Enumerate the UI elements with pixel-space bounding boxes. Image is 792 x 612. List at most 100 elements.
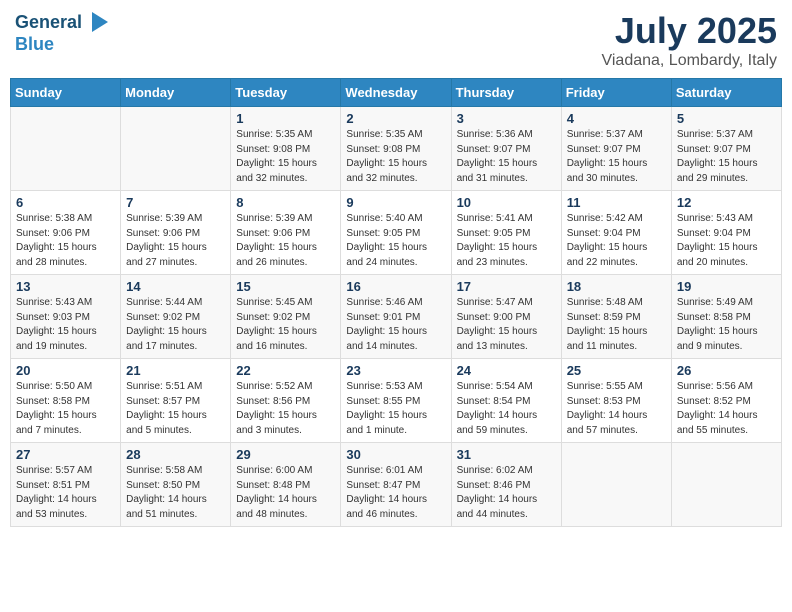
table-row: 11 Sunrise: 5:42 AM Sunset: 9:04 PM Dayli… xyxy=(561,191,671,275)
calendar-week-3: 13 Sunrise: 5:43 AM Sunset: 9:03 PM Dayli… xyxy=(11,275,782,359)
day-info: Sunrise: 5:54 AM Sunset: 8:54 PM Dayligh… xyxy=(457,380,556,438)
day-info: Sunrise: 5:53 AM Sunset: 8:55 PM Dayligh… xyxy=(346,380,445,438)
table-row: 25Sunrise: 5:55 AM Sunset: 8:53 PM Dayli… xyxy=(561,359,671,443)
day-info: Sunrise: 5:43 AM Sunset: 9:04 PM Dayligh… xyxy=(677,212,776,270)
day-info: Sunrise: 5:44 AM Sunset: 9:02 PM Dayligh… xyxy=(126,296,225,354)
table-row: 19Sunrise: 5:49 AM Sunset: 8:58 PM Dayli… xyxy=(671,275,781,359)
day-info: Sunrise: 5:39 AM Sunset: 9:06 PM Dayligh… xyxy=(126,212,225,270)
table-row xyxy=(561,443,671,527)
day-info: Sunrise: 5:52 AM Sunset: 8:56 PM Dayligh… xyxy=(236,380,335,438)
table-row: 27 Sunrise: 5:57 AM Sunset: 8:51 PM Dayli… xyxy=(11,443,121,527)
day-number: 8 xyxy=(236,195,335,210)
day-number: 30 xyxy=(346,447,445,462)
header-wednesday: Wednesday xyxy=(341,79,451,107)
table-row: 7 Sunrise: 5:39 AM Sunset: 9:06 PM Daylig… xyxy=(121,191,231,275)
day-info: Sunrise: 5:41 AM Sunset: 9:05 PM Dayligh… xyxy=(457,212,556,270)
day-info: Sunrise: 5:43 AM Sunset: 9:03 PM Dayligh… xyxy=(16,296,115,354)
day-info: Sunrise: 6:01 AM Sunset: 8:47 PM Dayligh… xyxy=(346,464,445,522)
table-row: 14 Sunrise: 5:44 AM Sunset: 9:02 PM Dayli… xyxy=(121,275,231,359)
table-row: 23 Sunrise: 5:53 AM Sunset: 8:55 PM Dayli… xyxy=(341,359,451,443)
day-number: 23 xyxy=(346,363,445,378)
day-number: 1 xyxy=(236,111,335,126)
day-number: 31 xyxy=(457,447,556,462)
page-header: General Blue July 2025 Viadana, Lombardy… xyxy=(10,10,782,70)
header-tuesday: Tuesday xyxy=(231,79,341,107)
day-info: Sunrise: 5:49 AM Sunset: 8:58 PM Dayligh… xyxy=(677,296,776,354)
day-number: 28 xyxy=(126,447,225,462)
table-row: 18Sunrise: 5:48 AM Sunset: 8:59 PM Dayli… xyxy=(561,275,671,359)
table-row xyxy=(11,107,121,191)
table-row: 5Sunrise: 5:37 AM Sunset: 9:07 PM Daylig… xyxy=(671,107,781,191)
day-number: 5 xyxy=(677,111,776,126)
table-row: 6 Sunrise: 5:38 AM Sunset: 9:06 PM Daylig… xyxy=(11,191,121,275)
day-info: Sunrise: 5:58 AM Sunset: 8:50 PM Dayligh… xyxy=(126,464,225,522)
header-friday: Friday xyxy=(561,79,671,107)
day-number: 15 xyxy=(236,279,335,294)
day-number: 22 xyxy=(236,363,335,378)
table-row: 10 Sunrise: 5:41 AM Sunset: 9:05 PM Dayli… xyxy=(451,191,561,275)
calendar-table: Sunday Monday Tuesday Wednesday Thursday… xyxy=(10,78,782,527)
day-number: 10 xyxy=(457,195,556,210)
table-row: 13 Sunrise: 5:43 AM Sunset: 9:03 PM Dayli… xyxy=(11,275,121,359)
day-info: Sunrise: 5:37 AM Sunset: 9:07 PM Dayligh… xyxy=(567,128,666,186)
calendar-subtitle: Viadana, Lombardy, Italy xyxy=(601,52,777,70)
calendar-week-5: 27 Sunrise: 5:57 AM Sunset: 8:51 PM Dayli… xyxy=(11,443,782,527)
logo-text: General xyxy=(15,13,82,33)
calendar-week-4: 20 Sunrise: 5:50 AM Sunset: 8:58 PM Dayli… xyxy=(11,359,782,443)
table-row: 26Sunrise: 5:56 AM Sunset: 8:52 PM Dayli… xyxy=(671,359,781,443)
table-row xyxy=(121,107,231,191)
day-info: Sunrise: 5:45 AM Sunset: 9:02 PM Dayligh… xyxy=(236,296,335,354)
table-row: 22 Sunrise: 5:52 AM Sunset: 8:56 PM Dayli… xyxy=(231,359,341,443)
day-number: 13 xyxy=(16,279,115,294)
day-number: 18 xyxy=(567,279,666,294)
day-number: 12 xyxy=(677,195,776,210)
table-row: 4 Sunrise: 5:37 AM Sunset: 9:07 PM Daylig… xyxy=(561,107,671,191)
day-info: Sunrise: 5:35 AM Sunset: 9:08 PM Dayligh… xyxy=(236,128,335,186)
logo-icon xyxy=(84,8,112,36)
day-info: Sunrise: 5:56 AM Sunset: 8:52 PM Dayligh… xyxy=(677,380,776,438)
day-info: Sunrise: 5:36 AM Sunset: 9:07 PM Dayligh… xyxy=(457,128,556,186)
day-number: 3 xyxy=(457,111,556,126)
day-info: Sunrise: 5:38 AM Sunset: 9:06 PM Dayligh… xyxy=(16,212,115,270)
table-row: 2 Sunrise: 5:35 AM Sunset: 9:08 PM Daylig… xyxy=(341,107,451,191)
day-info: Sunrise: 5:57 AM Sunset: 8:51 PM Dayligh… xyxy=(16,464,115,522)
table-row: 16Sunrise: 5:46 AM Sunset: 9:01 PM Dayli… xyxy=(341,275,451,359)
logo: General Blue xyxy=(15,10,112,55)
day-info: Sunrise: 5:47 AM Sunset: 9:00 PM Dayligh… xyxy=(457,296,556,354)
day-number: 7 xyxy=(126,195,225,210)
table-row: 8Sunrise: 5:39 AM Sunset: 9:06 PM Daylig… xyxy=(231,191,341,275)
table-row: 31 Sunrise: 6:02 AM Sunset: 8:46 PM Dayli… xyxy=(451,443,561,527)
day-number: 16 xyxy=(346,279,445,294)
day-info: Sunrise: 5:55 AM Sunset: 8:53 PM Dayligh… xyxy=(567,380,666,438)
table-row: 21Sunrise: 5:51 AM Sunset: 8:57 PM Dayli… xyxy=(121,359,231,443)
day-number: 2 xyxy=(346,111,445,126)
table-row: 29 Sunrise: 6:00 AM Sunset: 8:48 PM Dayli… xyxy=(231,443,341,527)
day-info: Sunrise: 5:42 AM Sunset: 9:04 PM Dayligh… xyxy=(567,212,666,270)
table-row: 28 Sunrise: 5:58 AM Sunset: 8:50 PM Dayli… xyxy=(121,443,231,527)
header-sunday: Sunday xyxy=(11,79,121,107)
day-info: Sunrise: 5:50 AM Sunset: 8:58 PM Dayligh… xyxy=(16,380,115,438)
table-row: 24Sunrise: 5:54 AM Sunset: 8:54 PM Dayli… xyxy=(451,359,561,443)
day-info: Sunrise: 5:40 AM Sunset: 9:05 PM Dayligh… xyxy=(346,212,445,270)
day-info: Sunrise: 6:02 AM Sunset: 8:46 PM Dayligh… xyxy=(457,464,556,522)
table-row: 3 Sunrise: 5:36 AM Sunset: 9:07 PM Daylig… xyxy=(451,107,561,191)
day-info: Sunrise: 6:00 AM Sunset: 8:48 PM Dayligh… xyxy=(236,464,335,522)
header-saturday: Saturday xyxy=(671,79,781,107)
logo-blue: Blue xyxy=(15,34,112,55)
day-number: 4 xyxy=(567,111,666,126)
calendar-week-2: 6 Sunrise: 5:38 AM Sunset: 9:06 PM Daylig… xyxy=(11,191,782,275)
day-number: 20 xyxy=(16,363,115,378)
header-monday: Monday xyxy=(121,79,231,107)
table-row: 15 Sunrise: 5:45 AM Sunset: 9:02 PM Dayli… xyxy=(231,275,341,359)
day-number: 14 xyxy=(126,279,225,294)
day-number: 11 xyxy=(567,195,666,210)
day-number: 21 xyxy=(126,363,225,378)
table-row: 30 Sunrise: 6:01 AM Sunset: 8:47 PM Dayli… xyxy=(341,443,451,527)
calendar-title: July 2025 xyxy=(601,10,777,52)
title-block: July 2025 Viadana, Lombardy, Italy xyxy=(601,10,777,70)
day-number: 27 xyxy=(16,447,115,462)
day-number: 29 xyxy=(236,447,335,462)
day-number: 17 xyxy=(457,279,556,294)
day-number: 6 xyxy=(16,195,115,210)
day-info: Sunrise: 5:35 AM Sunset: 9:08 PM Dayligh… xyxy=(346,128,445,186)
